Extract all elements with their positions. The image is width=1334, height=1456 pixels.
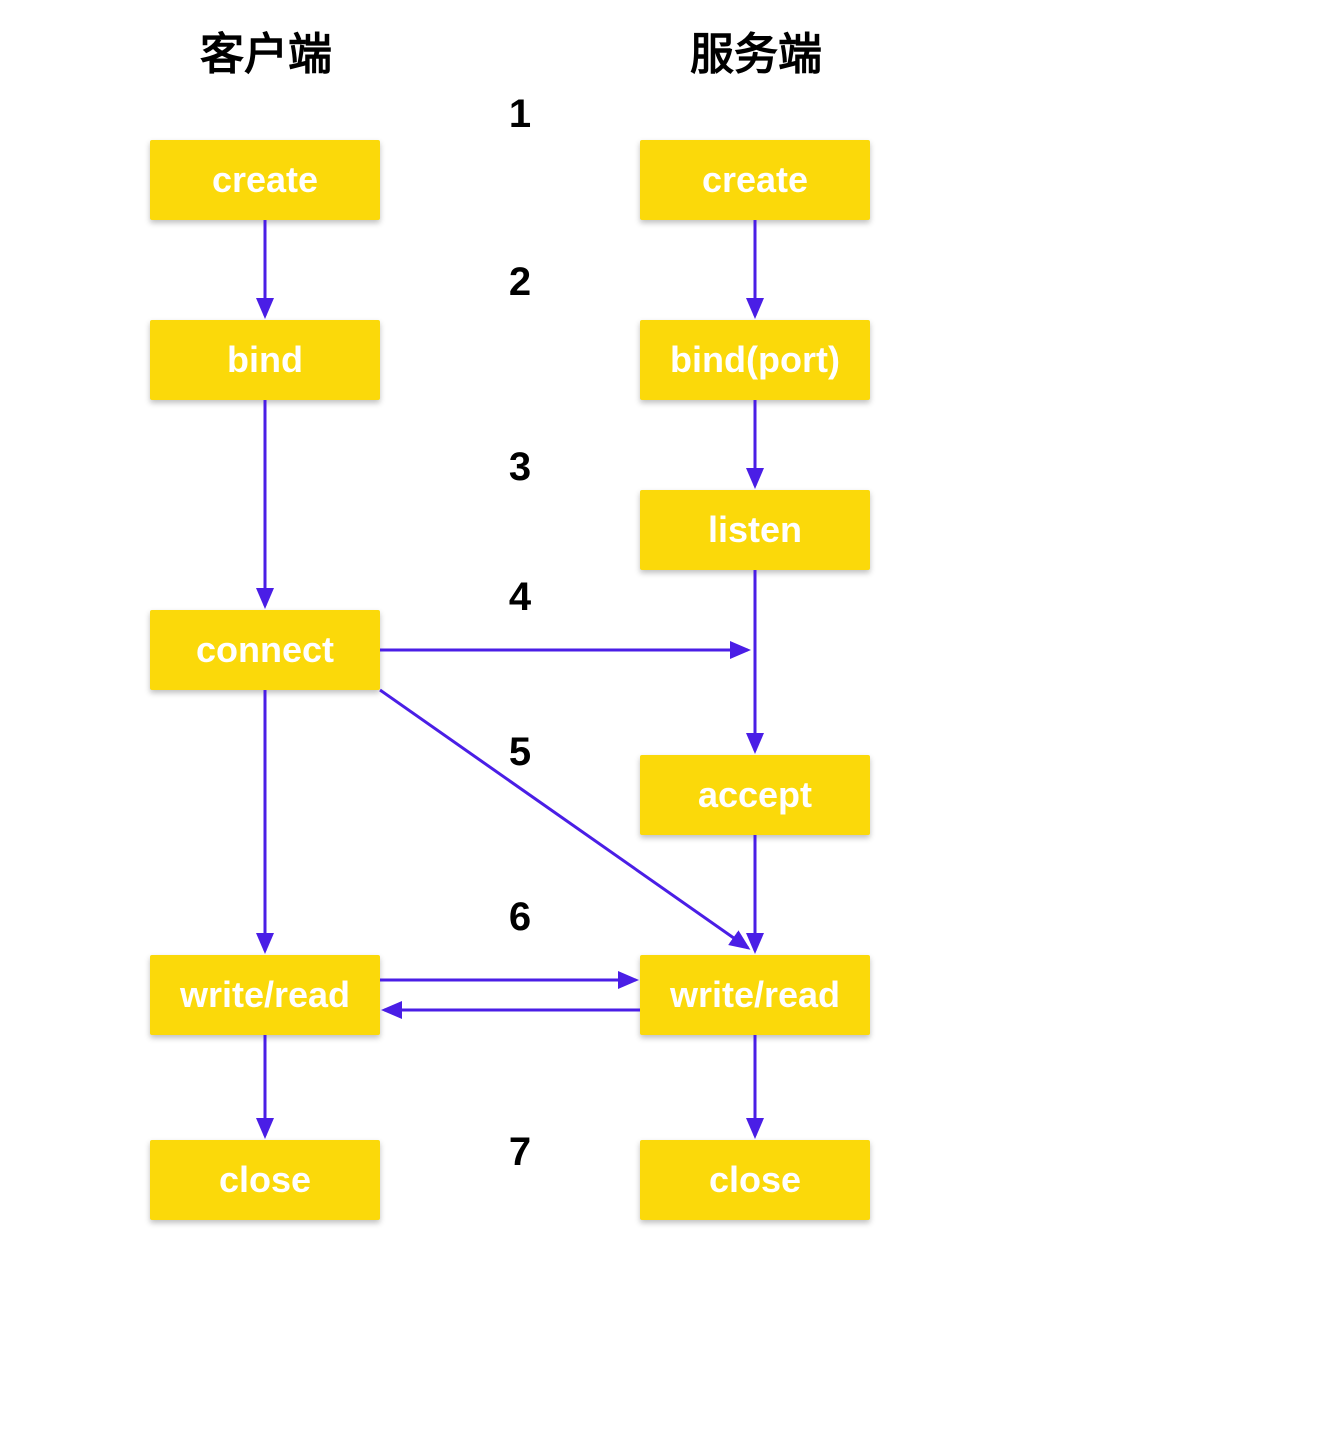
server-node-create: create bbox=[640, 140, 870, 220]
server-node-writeread: write/read bbox=[640, 955, 870, 1035]
client-node-writeread: write/read bbox=[150, 955, 380, 1035]
step-label-2: 2 bbox=[500, 260, 540, 305]
server-node-close: close bbox=[640, 1140, 870, 1220]
server-node-listen: listen bbox=[640, 490, 870, 570]
server-node-accept: accept bbox=[640, 755, 870, 835]
client-node-connect: connect bbox=[150, 610, 380, 690]
step-label-3: 3 bbox=[500, 445, 540, 490]
client-node-create: create bbox=[150, 140, 380, 220]
step-label-6: 6 bbox=[500, 895, 540, 940]
client-node-bind: bind bbox=[150, 320, 380, 400]
step-label-5: 5 bbox=[500, 730, 540, 775]
diagram-canvas: 客户端 服务端 1 2 3 4 5 6 7 create bind connec… bbox=[0, 0, 1334, 1456]
step-label-4: 4 bbox=[500, 575, 540, 620]
heading-client: 客户端 bbox=[200, 18, 332, 82]
step-label-1: 1 bbox=[500, 92, 540, 137]
server-node-bind: bind(port) bbox=[640, 320, 870, 400]
client-node-close: close bbox=[150, 1140, 380, 1220]
step-label-7: 7 bbox=[500, 1130, 540, 1175]
heading-server: 服务端 bbox=[690, 18, 822, 82]
